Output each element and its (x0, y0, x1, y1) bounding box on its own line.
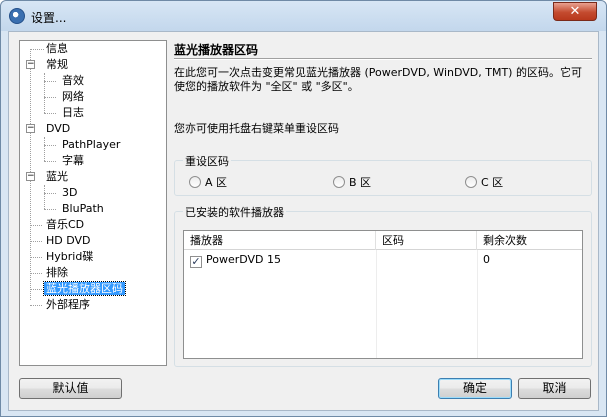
table-header: 播放器 区码 剩余次数 (184, 231, 582, 250)
ok-button[interactable]: 确定 (438, 378, 512, 399)
group-label: 已安装的软件播放器 (183, 204, 286, 220)
settings-tree[interactable]: 信息 − 常规 音效 网络 日志 − DVD PathPlayer 字幕 − 蓝… (19, 40, 167, 366)
tree-item-label: 信息 (46, 42, 68, 55)
column-remaining[interactable]: 剩余次数 (477, 231, 582, 250)
radio-button[interactable] (465, 176, 477, 188)
tree-item-label: 网络 (62, 90, 84, 103)
player-checkbox[interactable]: ✓ (190, 256, 202, 268)
panel-description: 在此您可一次点击变更常见蓝光播放器 (PowerDVD, WinDVD, TMT… (174, 66, 582, 93)
tree-item-network[interactable]: 网络 (60, 89, 86, 105)
tree-item-label: PathPlayer (62, 138, 121, 151)
tree-item-pathplayer[interactable]: PathPlayer (60, 137, 122, 153)
cancel-button[interactable]: 取消 (518, 378, 591, 399)
radio-label: A 区 (205, 176, 228, 189)
close-button[interactable]: ✕ (553, 2, 597, 21)
radio-region-a[interactable]: A 区 (189, 174, 227, 190)
window-title: 设置... (31, 11, 67, 25)
defaults-button[interactable]: 默认值 (19, 378, 122, 399)
radio-region-c[interactable]: C 区 (465, 174, 503, 190)
remaining-cell: 0 (483, 253, 490, 266)
tree-item-label: 蓝光 (46, 170, 68, 183)
settings-panel: 蓝光播放器区码 在此您可一次点击变更常见蓝光播放器 (PowerDVD, Win… (174, 40, 592, 367)
tree-item-label: 常规 (46, 58, 68, 71)
radio-button[interactable] (333, 176, 345, 188)
page-title: 蓝光播放器区码 (174, 43, 259, 57)
tree-item-label: 外部程序 (46, 298, 90, 311)
tree-item-blupath[interactable]: BluPath (60, 201, 106, 217)
tree-item-label: 字幕 (62, 154, 84, 167)
tree-item-label: Hybrid碟 (46, 250, 94, 263)
panel-hint: 您亦可使用托盘右键菜单重设区码 (174, 122, 339, 135)
radio-button[interactable] (189, 176, 201, 188)
tree-item-log[interactable]: 日志 (60, 105, 86, 121)
group-label: 重设区码 (183, 153, 231, 169)
collapse-icon[interactable]: − (26, 172, 35, 181)
tree-item-label: 音乐CD (46, 218, 85, 231)
player-name: PowerDVD 15 (206, 253, 282, 266)
tree-item-label: BluPath (62, 202, 104, 215)
table-row[interactable]: ✓ PowerDVD 15 0 (184, 250, 582, 270)
title-divider (174, 58, 592, 60)
player-cell: ✓ PowerDVD 15 (184, 250, 376, 270)
title-bar[interactable]: 设置... ✕ (1, 1, 606, 31)
column-region[interactable]: 区码 (376, 231, 477, 250)
tree-item-subtitles[interactable]: 字幕 (60, 153, 86, 169)
tree-item-info[interactable]: 信息 (44, 41, 70, 57)
tree-item-general[interactable]: 常规 (44, 57, 70, 73)
settings-window: 设置... ✕ 信息 − 常规 音效 网络 日志 − DVD PathPlaye… (0, 0, 607, 417)
tree-item-external-programs[interactable]: 外部程序 (44, 297, 92, 313)
tree-item-music-cd[interactable]: 音乐CD (44, 217, 86, 233)
tree-item-label: 蓝光播放器区码 (43, 281, 126, 296)
tree-item-label: DVD (46, 122, 71, 135)
tree-item-3d[interactable]: 3D (60, 185, 79, 201)
radio-label: C 区 (481, 176, 504, 189)
tree-item-bluray[interactable]: 蓝光 (44, 169, 70, 185)
column-player[interactable]: 播放器 (184, 231, 376, 250)
tree-item-bluray-region[interactable]: 蓝光播放器区码 (43, 281, 126, 297)
tree-item-label: 日志 (62, 106, 84, 119)
collapse-icon[interactable]: − (26, 124, 35, 133)
radio-label: B 区 (349, 176, 372, 189)
tree-item-label: HD DVD (46, 234, 91, 247)
players-table[interactable]: 播放器 区码 剩余次数 ✓ PowerDVD 15 0 (183, 230, 583, 359)
tree-item-label: 排除 (46, 266, 68, 279)
tree-item-hd-dvd[interactable]: HD DVD (44, 233, 93, 249)
tree-item-label: 3D (62, 186, 78, 199)
reset-region-group: 重设区码 A 区 B 区 C 区 (174, 153, 592, 196)
collapse-icon[interactable]: − (26, 60, 35, 69)
tree-item-hybrid[interactable]: Hybrid碟 (44, 249, 95, 265)
installed-players-group: 已安装的软件播放器 播放器 区码 剩余次数 ✓ PowerDVD 15 0 (174, 204, 592, 367)
disc-icon (9, 8, 25, 24)
tree-item-label: 音效 (62, 74, 84, 87)
tree-item-dvd[interactable]: DVD (44, 121, 72, 137)
region-cell (376, 250, 477, 270)
dialog-content: 信息 − 常规 音效 网络 日志 − DVD PathPlayer 字幕 − 蓝… (8, 31, 599, 411)
radio-region-b[interactable]: B 区 (333, 174, 371, 190)
tree-item-exclude[interactable]: 排除 (44, 265, 70, 281)
tree-item-audio[interactable]: 音效 (60, 73, 86, 89)
